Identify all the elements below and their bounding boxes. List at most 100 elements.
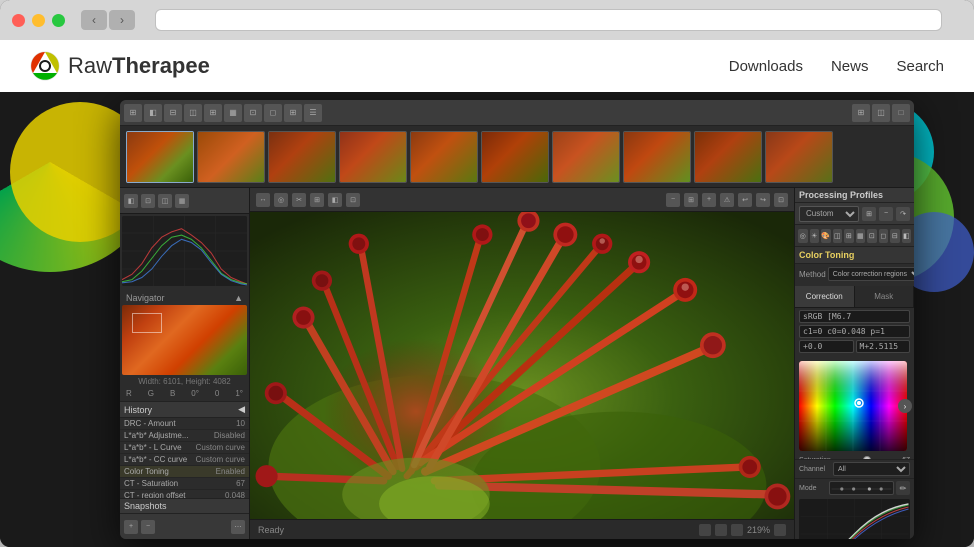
status-icon-1[interactable]	[699, 524, 711, 536]
filmstrip-thumb-9[interactable]	[694, 131, 762, 183]
method-row: Method Color correction regions	[799, 267, 910, 281]
filmstrip-thumb-3[interactable]	[268, 131, 336, 183]
history-item[interactable]: L*a*b* - CC curve Custom curve	[120, 454, 249, 466]
toolbar-icon-5[interactable]: ⊞	[204, 104, 222, 122]
profile-icon-3[interactable]: ↷	[896, 207, 910, 221]
img-tool-3[interactable]: ✂	[292, 193, 306, 207]
history-collapse-icon[interactable]: ◀	[238, 404, 245, 415]
title-bar: ‹ ›	[0, 0, 974, 40]
zoom-icon[interactable]	[774, 524, 786, 536]
nav-search[interactable]: Search	[896, 58, 944, 75]
toolbar-icon-6[interactable]: ▦	[224, 104, 242, 122]
history-item[interactable]: CT - region offset 0.048	[120, 490, 249, 498]
maximize-button[interactable]	[52, 14, 65, 27]
rp-icon-7[interactable]: ⊡	[867, 229, 877, 243]
rp-icon-2[interactable]: ☀	[810, 229, 820, 243]
tab-correction[interactable]: Correction	[795, 286, 855, 307]
history-header: History ◀	[120, 401, 249, 418]
filmstrip-thumb-2[interactable]	[197, 131, 265, 183]
toolbar-icon-right-1[interactable]: ⊞	[852, 104, 870, 122]
toolbar-icon-3[interactable]: ⊟	[164, 104, 182, 122]
lt-icon-3[interactable]: ◫	[158, 194, 172, 208]
status-icon-2[interactable]	[715, 524, 727, 536]
mode-icon[interactable]: ✏	[896, 481, 910, 495]
rp-icon-1[interactable]: ◎	[798, 229, 808, 243]
rp-icon-8[interactable]: ◻	[879, 229, 889, 243]
filmstrip-thumb-10[interactable]	[765, 131, 833, 183]
img-tool-1[interactable]: ↔	[256, 193, 270, 207]
left-bottom-icon-3[interactable]: ⋯	[231, 520, 245, 534]
channel-select[interactable]: All	[833, 462, 910, 476]
history-section: History ◀ DRC - Amount 10 L*a*b* Adjustm…	[120, 401, 249, 513]
img-tool-zoom-in[interactable]: +	[702, 193, 716, 207]
lt-icon-2[interactable]: ⊡	[141, 194, 155, 208]
forward-button[interactable]: ›	[109, 10, 135, 30]
toolbar-icon-right-2[interactable]: ◫	[872, 104, 890, 122]
toolbar-icon-10[interactable]: ☰	[304, 104, 322, 122]
rp-icon-4[interactable]: ◫	[833, 229, 843, 243]
rp-icon-3[interactable]: 🎨	[821, 229, 831, 243]
toolbar-icon-8[interactable]: ◻	[264, 104, 282, 122]
img-tool-zoom-fit[interactable]: ⊞	[684, 193, 698, 207]
thumb-image-4	[340, 132, 406, 182]
filmstrip-thumb-1[interactable]	[126, 131, 194, 183]
rp-icon-5[interactable]: ⊞	[844, 229, 854, 243]
img-tool-zoom-out[interactable]: −	[666, 193, 680, 207]
nav-downloads[interactable]: Downloads	[729, 58, 803, 75]
filmstrip-thumb-8[interactable]	[623, 131, 691, 183]
rp-icon-6[interactable]: ▦	[856, 229, 866, 243]
history-item[interactable]: L*a*b* Adjustme... Disabled	[120, 430, 249, 442]
toolbar-icon-right-3[interactable]: □	[892, 104, 910, 122]
logo-icon	[30, 51, 60, 81]
lt-icon-1[interactable]: ◧	[124, 194, 138, 208]
toolbar-icon-7[interactable]: ⊡	[244, 104, 262, 122]
img-tool-r1[interactable]: ↩	[738, 193, 752, 207]
filmstrip-thumb-6[interactable]	[481, 131, 549, 183]
saturation-track[interactable]	[829, 459, 886, 460]
color-wheel[interactable]	[799, 361, 907, 451]
filmstrip-thumb-5[interactable]	[410, 131, 478, 183]
method-select[interactable]: Color correction regions	[828, 267, 914, 281]
browser-nav-arrows: ‹ ›	[81, 10, 135, 30]
saturation-thumb[interactable]	[863, 456, 871, 460]
img-tool-warning[interactable]: ⚠	[720, 193, 734, 207]
img-tool-5[interactable]: ◧	[328, 193, 342, 207]
rp-icon-10[interactable]: ◧	[902, 229, 912, 243]
history-item-value: Enabled	[216, 467, 245, 476]
toolbar-icon-4[interactable]: ◫	[184, 104, 202, 122]
color-wheel-arrow[interactable]: ›	[898, 399, 912, 413]
img-tool-r2[interactable]: ↪	[756, 193, 770, 207]
lt-icon-4[interactable]: ▦	[175, 194, 189, 208]
history-list[interactable]: DRC - Amount 10 L*a*b* Adjustme... Disab…	[120, 418, 249, 498]
processing-profiles-header: Processing Profiles	[795, 188, 914, 203]
close-button[interactable]	[12, 14, 25, 27]
toolbar-icon-2[interactable]: ◧	[144, 104, 162, 122]
nav-news[interactable]: News	[831, 58, 869, 75]
img-tool-6[interactable]: ⊡	[346, 193, 360, 207]
channel-row: Channel All	[795, 459, 914, 478]
minimize-button[interactable]	[32, 14, 45, 27]
img-tool-4[interactable]: ⊞	[310, 193, 324, 207]
left-bottom-icon-2[interactable]: −	[141, 520, 155, 534]
profile-select[interactable]: Custom	[799, 206, 859, 222]
history-item[interactable]: L*a*b* - L Curve Custom curve	[120, 442, 249, 454]
filmstrip-thumb-7[interactable]	[552, 131, 620, 183]
toolbar-icon-1[interactable]: ⊞	[124, 104, 142, 122]
img-tool-2[interactable]: ◎	[274, 193, 288, 207]
tab-mask[interactable]: Mask	[855, 286, 915, 307]
profile-icon-2[interactable]: −	[879, 207, 893, 221]
toolbar-icon-9[interactable]: ⊞	[284, 104, 302, 122]
saturation-fill	[829, 459, 867, 460]
status-icon-3[interactable]	[731, 524, 743, 536]
ct-tabs: Correction Mask	[795, 286, 914, 308]
back-button[interactable]: ‹	[81, 10, 107, 30]
filmstrip-thumb-4[interactable]	[339, 131, 407, 183]
rp-icon-9[interactable]: ⊟	[890, 229, 900, 243]
left-bottom-icon-1[interactable]: +	[124, 520, 138, 534]
history-item[interactable]: DRC - Amount 10	[120, 418, 249, 430]
profile-icon-1[interactable]: ⊞	[862, 207, 876, 221]
history-item[interactable]: Color Toning Enabled	[120, 466, 249, 478]
url-bar[interactable]	[155, 9, 942, 31]
history-item[interactable]: CT - Saturation 67	[120, 478, 249, 490]
img-tool-r3[interactable]: ⊡	[774, 193, 788, 207]
